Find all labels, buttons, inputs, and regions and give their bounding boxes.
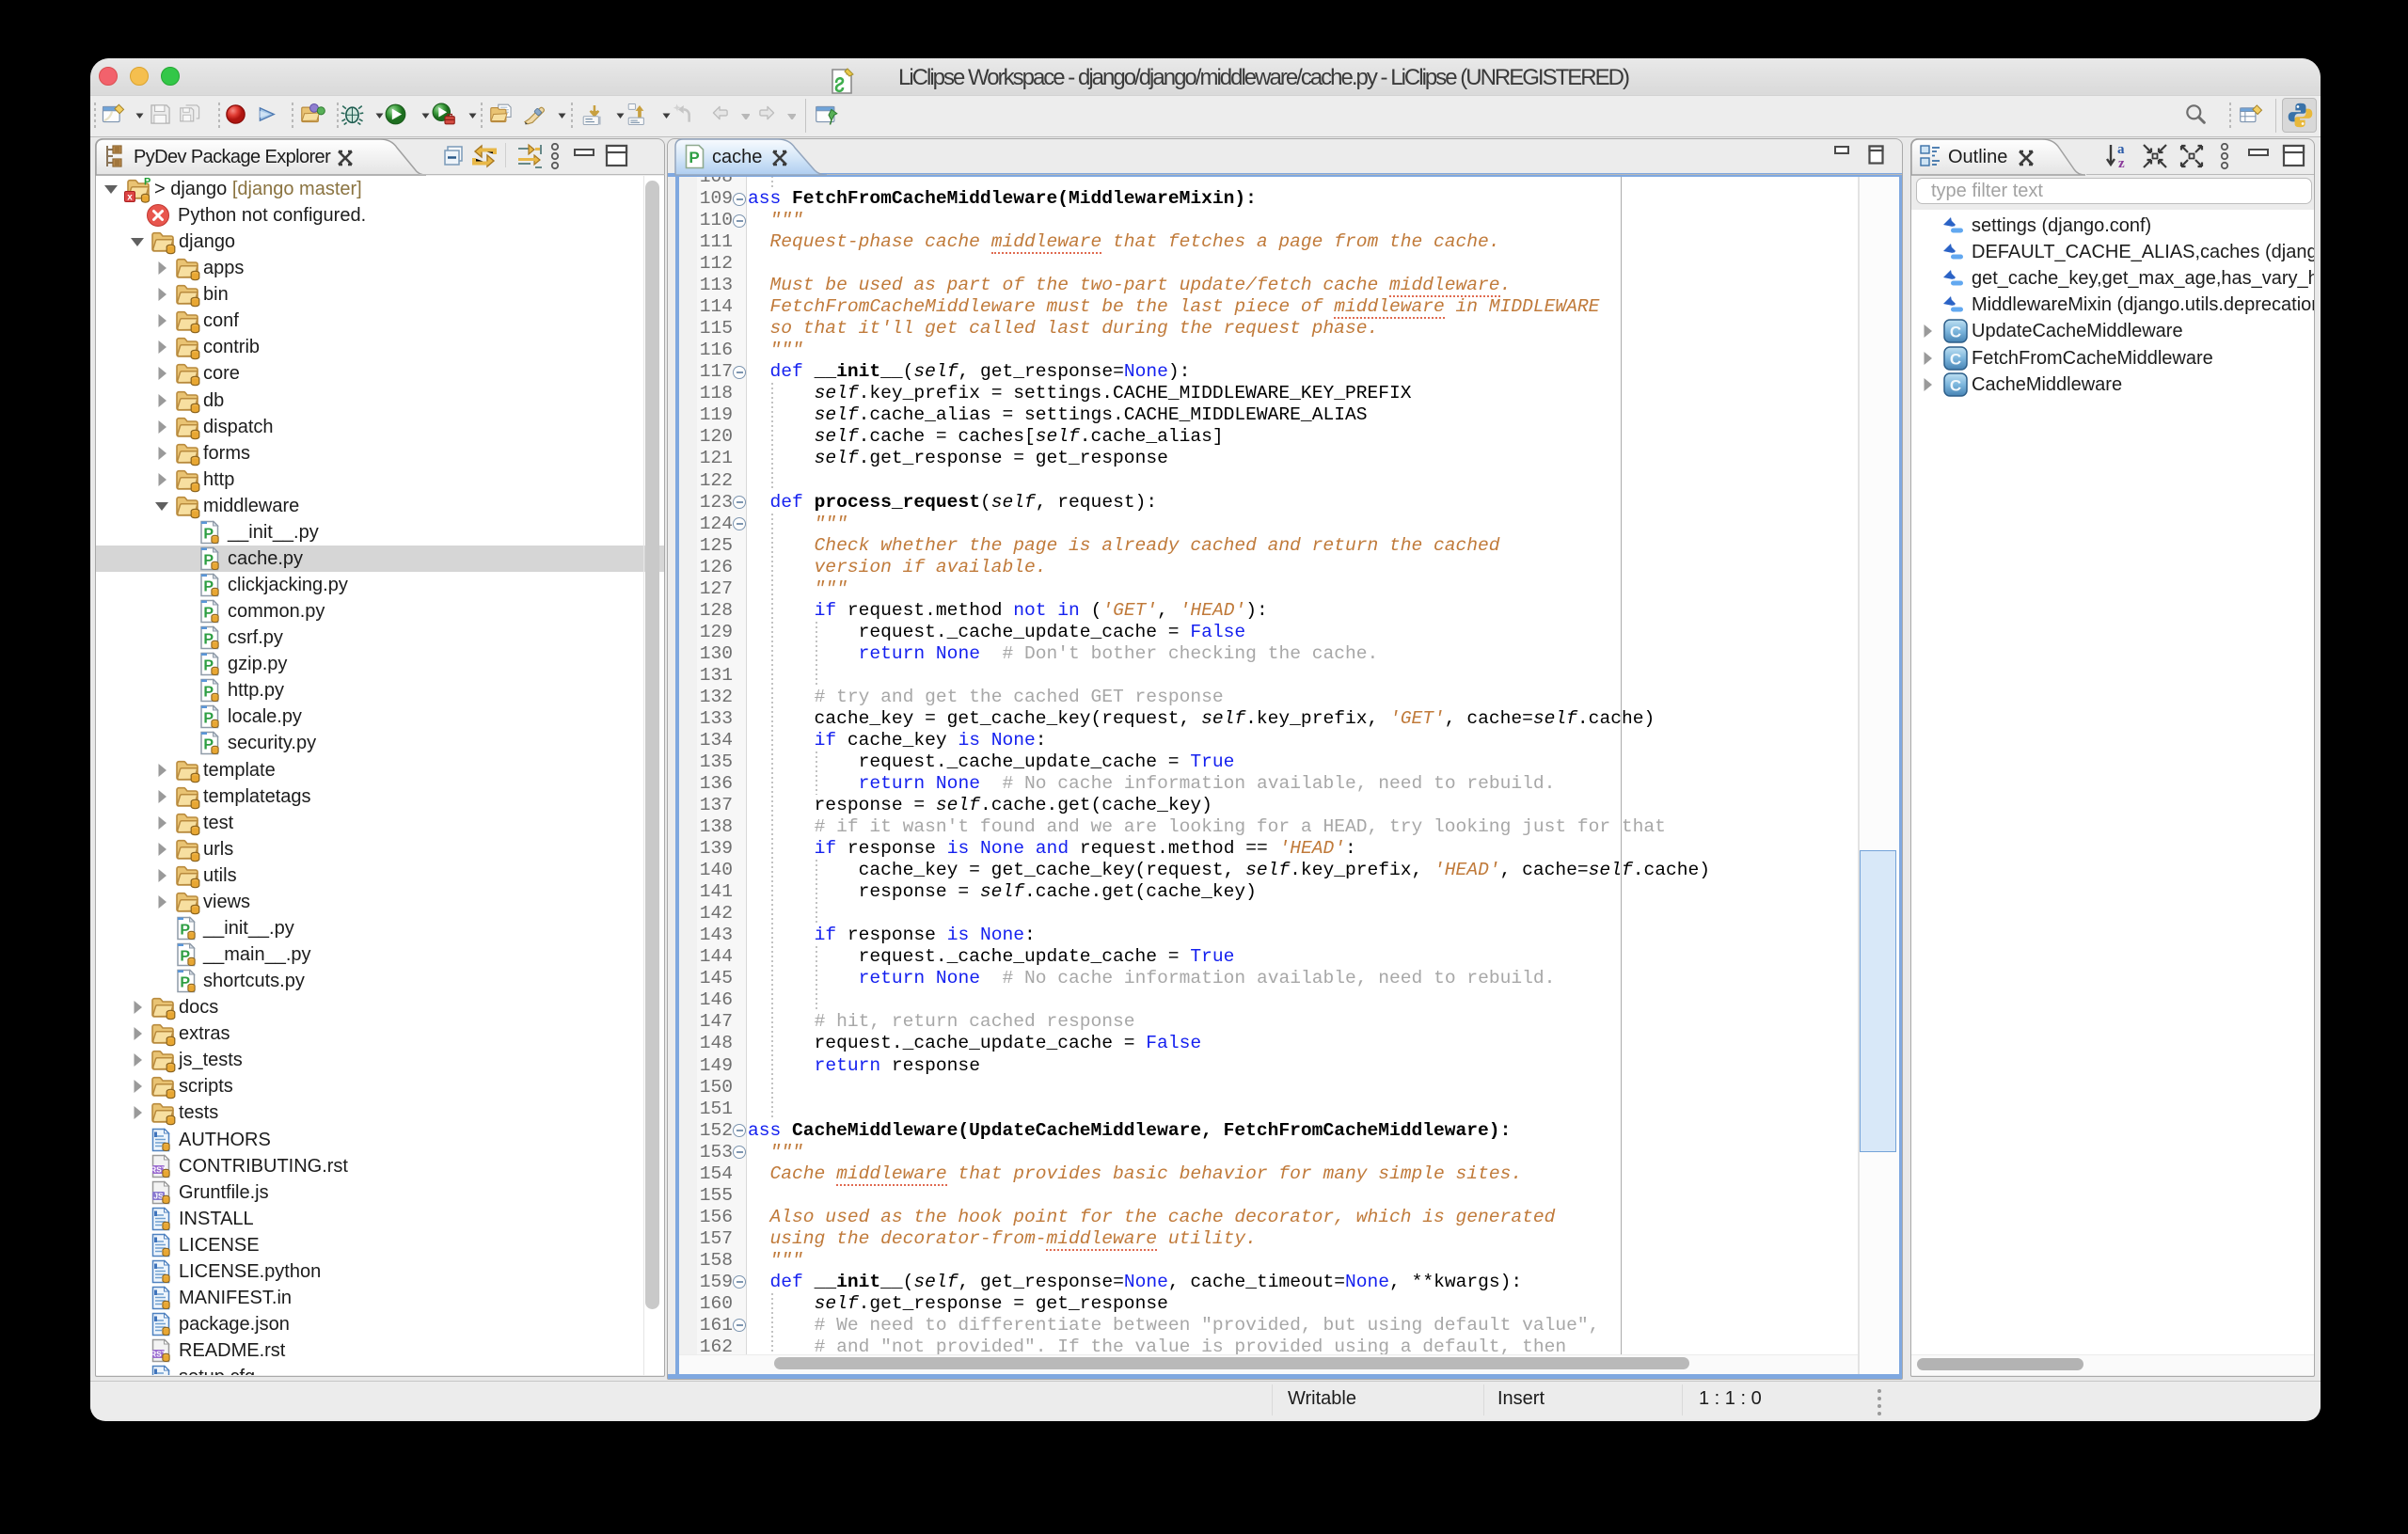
svg-text:x: x (127, 193, 133, 203)
svg-text:P: P (689, 149, 699, 166)
svg-text:C: C (1950, 376, 1961, 394)
svg-text:a: a (2117, 142, 2125, 157)
svg-text:C: C (1950, 324, 1961, 341)
svg-text:C: C (1950, 350, 1961, 368)
svg-text:z: z (2118, 156, 2125, 171)
svg-text:P: P (144, 177, 150, 188)
